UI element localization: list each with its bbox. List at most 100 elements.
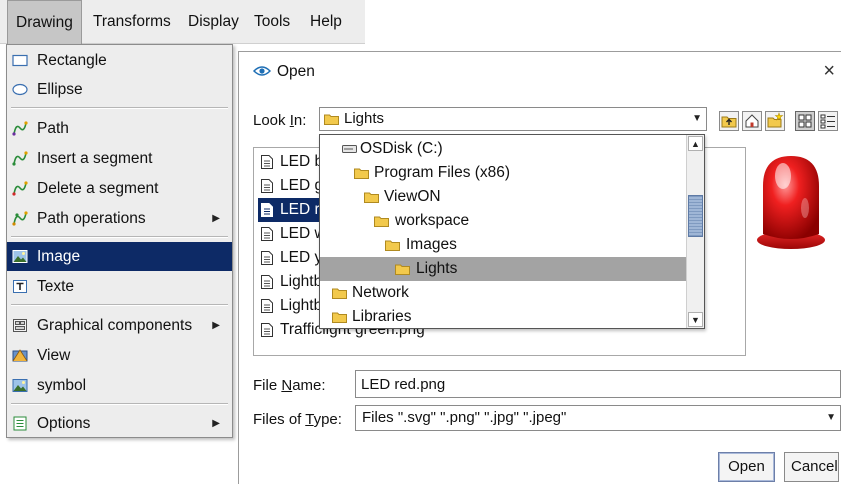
lookin-option[interactable]: ViewON — [320, 185, 686, 209]
image-icon — [12, 250, 28, 263]
file-item[interactable]: Lightb — [258, 270, 322, 294]
file-name-label: File Name: — [253, 377, 326, 394]
list-view-icon — [798, 114, 812, 128]
file-item-selected[interactable]: LED re — [258, 198, 328, 222]
path-icon — [12, 121, 28, 136]
chevron-down-icon: ▼ — [826, 412, 836, 423]
details-view-button[interactable] — [818, 111, 838, 131]
lookin-option-selected[interactable]: Lights — [320, 257, 686, 281]
file-item[interactable]: LED g — [258, 174, 323, 198]
file-icon — [261, 227, 273, 241]
rectangle-icon — [12, 54, 28, 67]
eye-icon — [253, 66, 271, 76]
menu-item-insert-segment[interactable]: Insert a segment — [7, 144, 232, 173]
look-in-combo[interactable]: Lights ▼ — [319, 107, 707, 131]
text-icon — [13, 280, 27, 293]
file-icon — [261, 179, 273, 193]
menu-item-delete-segment[interactable]: Delete a segment — [7, 174, 232, 203]
menu-item-options[interactable]: Options ▶ — [7, 409, 232, 438]
lookin-scrollbar[interactable]: ▲ ▼ — [686, 135, 704, 328]
file-item[interactable]: Lightb — [258, 294, 322, 318]
led-preview-image — [757, 156, 825, 249]
menu-item-symbol[interactable]: symbol — [7, 371, 232, 400]
close-button[interactable]: × — [823, 60, 835, 83]
menu-item-texte[interactable]: Texte — [7, 272, 232, 301]
menu-item-path-operations[interactable]: Path operations ▶ — [7, 204, 232, 233]
file-icon — [261, 203, 273, 217]
lookin-option[interactable]: Libraries — [320, 305, 686, 329]
up-folder-icon — [721, 116, 737, 128]
menu-separator — [11, 107, 228, 109]
folder-icon — [364, 192, 379, 203]
folder-icon — [332, 288, 347, 299]
menu-item-graphical-components[interactable]: Graphical components ▶ — [7, 311, 232, 340]
components-icon — [13, 319, 27, 332]
file-type-combo[interactable]: Files ".svg" ".png" ".jpg" ".jpeg" ▼ — [355, 405, 841, 431]
menu-item-ellipse[interactable]: Ellipse — [7, 75, 232, 104]
scroll-up-arrow-icon[interactable]: ▲ — [688, 136, 703, 151]
open-button[interactable]: Open — [718, 452, 775, 482]
submenu-arrow-icon: ▶ — [212, 320, 220, 331]
lookin-option[interactable]: Program Files (x86) — [320, 161, 686, 185]
menu-item-path[interactable]: Path — [7, 114, 232, 143]
lookin-option[interactable]: OSDisk (C:) — [320, 137, 686, 161]
submenu-arrow-icon: ▶ — [212, 418, 220, 429]
menu-separator — [11, 304, 228, 306]
file-icon — [261, 155, 273, 169]
file-icon — [261, 323, 273, 337]
look-in-label: Look In: — [253, 112, 307, 129]
lookin-option[interactable]: workspace — [320, 209, 686, 233]
symbol-icon — [12, 379, 28, 392]
menu-tools[interactable]: Tools — [246, 0, 298, 44]
file-item[interactable]: LED b — [258, 150, 323, 174]
open-dialog: Open × Look In: Lights ▼ LED b LED g LED… — [238, 51, 841, 484]
menu-item-image[interactable]: Image — [7, 242, 232, 271]
folder-icon — [332, 312, 347, 323]
folder-icon — [385, 240, 400, 251]
folder-icon — [395, 264, 410, 275]
new-folder-button[interactable] — [765, 111, 785, 131]
look-in-dropdown-list[interactable]: OSDisk (C:) Program Files (x86) ViewON w… — [319, 134, 705, 329]
file-icon — [261, 299, 273, 313]
menu-separator — [11, 236, 228, 238]
look-in-value: Lights — [344, 110, 385, 127]
delete-segment-icon — [12, 181, 28, 196]
scroll-down-arrow-icon[interactable]: ▼ — [688, 312, 703, 327]
dialog-title: Open — [277, 63, 315, 80]
ellipse-icon — [12, 83, 28, 96]
file-type-label: Files of Type: — [253, 411, 342, 428]
menu-help[interactable]: Help — [302, 0, 350, 44]
drive-icon — [342, 145, 357, 153]
file-name-field[interactable] — [355, 370, 841, 398]
folder-icon — [374, 216, 389, 227]
menu-separator — [11, 403, 228, 405]
file-item[interactable]: LED w — [258, 222, 326, 246]
file-type-value: Files ".svg" ".png" ".jpg" ".jpeg" — [362, 409, 567, 426]
file-name-input[interactable] — [356, 371, 840, 397]
list-view-button[interactable] — [795, 111, 815, 131]
menubar: Drawing Transforms Display Tools Help — [0, 0, 365, 44]
submenu-arrow-icon: ▶ — [212, 213, 220, 224]
folder-icon — [324, 114, 339, 125]
file-icon — [261, 275, 273, 289]
menu-item-view[interactable]: View — [7, 341, 232, 370]
insert-segment-icon — [12, 151, 28, 166]
menu-display[interactable]: Display — [180, 0, 247, 44]
menu-transforms[interactable]: Transforms — [85, 0, 179, 44]
lookin-option[interactable]: Network — [320, 281, 686, 305]
lookin-option[interactable]: Images — [320, 233, 686, 257]
drawing-menu: Rectangle Ellipse Path Insert a segment … — [6, 44, 233, 438]
cancel-button[interactable]: Cancel — [784, 452, 839, 482]
up-folder-button[interactable] — [719, 111, 739, 131]
menu-item-rectangle[interactable]: Rectangle — [7, 46, 232, 75]
home-button[interactable] — [742, 111, 762, 131]
new-folder-icon — [767, 111, 784, 128]
details-view-icon — [820, 114, 835, 129]
menu-drawing[interactable]: Drawing — [7, 0, 82, 44]
scrollbar-thumb[interactable] — [688, 195, 703, 237]
home-icon — [745, 114, 759, 128]
file-icon — [261, 251, 273, 265]
path-operations-icon — [12, 211, 28, 226]
chevron-down-icon: ▼ — [692, 113, 702, 124]
options-icon — [13, 416, 27, 431]
